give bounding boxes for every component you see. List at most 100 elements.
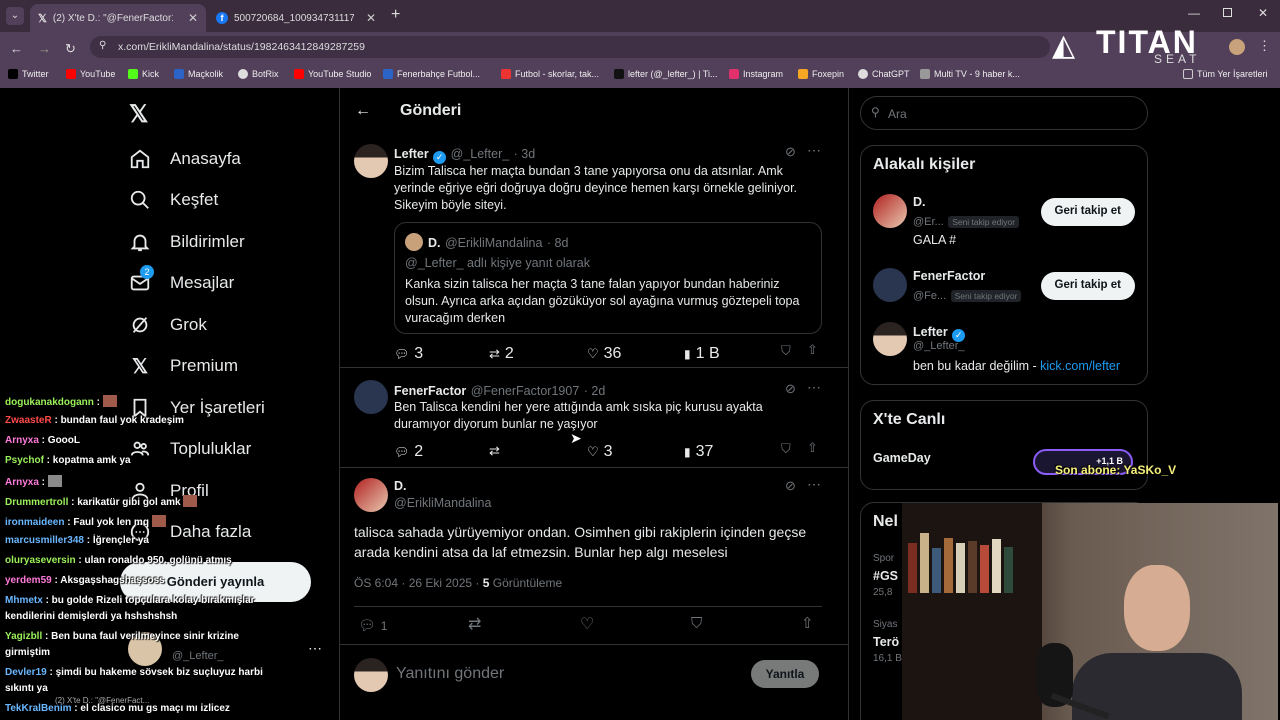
more-dots-icon[interactable]: ⋯ xyxy=(807,142,821,159)
bookmark-youtube[interactable]: YouTube xyxy=(66,69,115,79)
views-button[interactable]: ▮ 1 B xyxy=(684,345,720,363)
follow-back-button[interactable]: Geri takip et xyxy=(1040,272,1135,300)
facebook-icon: f xyxy=(216,12,228,24)
x-home-logo[interactable]: 𝕏 xyxy=(129,100,148,129)
chat-text: : xyxy=(38,477,46,488)
sidebar-item-communities[interactable]: Topluluklar xyxy=(128,434,251,464)
book xyxy=(920,533,929,593)
author-name[interactable]: FenerFactor xyxy=(394,384,466,398)
bookmark-youtube-studio[interactable]: YouTube Studio xyxy=(294,69,371,79)
bookmark-kick[interactable]: Kick xyxy=(128,69,159,79)
tweet-fenerfactor[interactable]: FenerFactor @FenerFactor1907 · 2d ⊘ ⋯ Be… xyxy=(340,372,848,468)
follow-back-button[interactable]: Geri takip et xyxy=(1040,198,1135,226)
sidebar-item-messages[interactable]: 2 Mesajlar xyxy=(128,265,234,298)
author-name[interactable]: D. xyxy=(394,479,407,493)
reply-button[interactable]: 💬︎ 3 xyxy=(394,345,423,363)
reply-button[interactable]: 💬︎ 2 xyxy=(394,443,423,461)
news-title[interactable]: Terö xyxy=(873,635,899,649)
more-dots-icon[interactable]: ⋯ xyxy=(308,640,322,657)
sidebar-item-premium[interactable]: 𝕏 Premium xyxy=(128,351,238,381)
more-dots-icon[interactable]: ⋯ xyxy=(807,476,821,493)
tweet-text: talisca sahada yürüyemiyor ondan. Osimhe… xyxy=(354,524,807,560)
chat-text: : bu golde Rizeli topçulara kolay bırakm… xyxy=(42,595,255,606)
author-handle[interactable]: @ErikliMandalina xyxy=(394,496,491,510)
bookmark-mackolik[interactable]: Maçkolik xyxy=(174,69,223,79)
news-title[interactable]: #GS xyxy=(873,569,898,583)
share-icon[interactable]: ⇧ xyxy=(807,440,818,456)
share-icon[interactable]: ⇧ xyxy=(801,614,814,632)
live-item-title[interactable]: GameDay xyxy=(873,451,931,465)
more-dots-icon[interactable]: ⋯ xyxy=(807,379,821,396)
sidebar-item-notifications[interactable]: Bildirimler xyxy=(128,227,245,257)
tweet-time[interactable]: · 2d xyxy=(584,384,606,398)
chat-text: : xyxy=(93,397,101,408)
tweet-main: D. @ErikliMandalina ⊘ ⋯ talisca sahada y… xyxy=(340,472,848,636)
menu-dots-icon[interactable]: ⋮ xyxy=(1258,38,1271,54)
sidebar-item-grok[interactable]: Grok xyxy=(128,310,207,340)
tweet-lefter[interactable]: Lefter ✓ @_Lefter_ · 3d ⊘ ⋯ Bizim Talisc… xyxy=(340,138,848,368)
close-tab-icon[interactable]: ✕ xyxy=(188,11,198,25)
tweet-time[interactable]: · 3d xyxy=(514,147,536,161)
forward-arrow-icon[interactable]: → xyxy=(38,41,51,56)
author-handle[interactable]: @FenerFactor1907 xyxy=(471,384,580,398)
sidebar-item-explore[interactable]: Keşfet xyxy=(128,185,218,215)
avatar[interactable] xyxy=(354,144,388,178)
back-arrow-icon[interactable]: ← xyxy=(10,41,23,56)
bookmark-multitv[interactable]: Multi TV - 9 haber k... xyxy=(920,69,1020,79)
new-tab-button[interactable]: + xyxy=(391,6,400,24)
browser-tab[interactable]: f 500720684_1009347311177126 ✕ xyxy=(208,4,384,32)
search-input[interactable]: ⚲ Ara xyxy=(860,96,1148,130)
author-handle[interactable]: @_Lefter_ xyxy=(451,147,510,161)
bookmark-twitter[interactable]: Twitter xyxy=(8,69,49,79)
avatar[interactable] xyxy=(354,380,388,414)
book xyxy=(932,548,941,593)
retweet-button[interactable]: ⇄ xyxy=(489,443,500,459)
minimize-icon[interactable]: — xyxy=(1188,6,1200,20)
related-person[interactable]: FenerFactor @Fe... Seni takip ediyor Ger… xyxy=(861,268,1147,308)
url-field[interactable]: ⚲ x.com/ErikliMandalina/status/198246341… xyxy=(90,36,1050,58)
related-person[interactable]: Lefter ✓ @_Lefter_ ben bu kadar değilim … xyxy=(861,322,1147,378)
retweet-icon[interactable]: ⇄ xyxy=(468,614,481,634)
like-button[interactable]: ♡ 36 xyxy=(587,345,621,363)
bookmark-icon[interactable]: ⛉ xyxy=(781,441,791,457)
site-info-icon[interactable]: ⚲ xyxy=(99,40,106,51)
bookmark-fenerbahce[interactable]: Fenerbahçe Futbol... xyxy=(383,69,480,79)
tab-search-button[interactable]: ⌄ xyxy=(6,7,24,25)
bookmark-futbol[interactable]: Futbol - skorlar, tak... xyxy=(501,69,599,79)
kick-icon xyxy=(128,69,138,79)
close-window-icon[interactable]: ✕ xyxy=(1258,6,1268,20)
reply-button[interactable]: 💬︎ 1 xyxy=(358,617,387,634)
views-button[interactable]: ▮ 37 xyxy=(684,443,713,461)
grok-icon[interactable]: ⊘ xyxy=(785,144,796,160)
quoted-tweet[interactable]: D. @ErikliMandalina · 8d @_Lefter_ adlı … xyxy=(394,222,822,334)
url-text: x.com/ErikliMandalina/status/19824634128… xyxy=(118,41,365,53)
maximize-icon[interactable] xyxy=(1223,8,1232,17)
share-icon[interactable]: ⇧ xyxy=(807,342,818,358)
bookmark-all[interactable]: Tüm Yer İşaretleri xyxy=(1183,69,1268,79)
author-name[interactable]: Lefter xyxy=(394,147,429,161)
heart-icon[interactable]: ♡ xyxy=(580,614,594,634)
related-person[interactable]: D. @Er... Seni takip ediyor GALA # Geri … xyxy=(861,192,1147,252)
tweet-timestamp[interactable]: ÖS 6:04 · 26 Eki 2025 · xyxy=(354,576,483,590)
sidebar-item-home[interactable]: Anasayfa xyxy=(128,144,241,174)
grok-icon[interactable]: ⊘ xyxy=(785,478,796,494)
back-arrow-icon[interactable]: ← xyxy=(355,102,371,120)
bio-link[interactable]: kick.com/lefter xyxy=(1040,359,1120,373)
reply-input[interactable]: Yanıtını gönder xyxy=(396,665,504,683)
reply-submit-button[interactable]: Yanıtla xyxy=(751,660,819,688)
profile-avatar[interactable] xyxy=(1229,39,1245,55)
bookmark-chatgpt[interactable]: ChatGPT xyxy=(858,69,910,79)
reload-icon[interactable]: ↻ xyxy=(65,41,76,57)
avatar[interactable] xyxy=(354,478,388,512)
bookmark-botrix[interactable]: BotRix xyxy=(238,69,279,79)
bookmark-instagram[interactable]: Instagram xyxy=(729,69,783,79)
bookmark-icon[interactable]: ⛉ xyxy=(781,343,791,359)
close-tab-icon[interactable]: ✕ xyxy=(366,11,376,25)
browser-tab-active[interactable]: 𝕏 (2) X'te D.: "@FenerFactor1907 ✕ xyxy=(30,4,206,32)
bookmark-icon[interactable]: ⛉ xyxy=(691,615,702,632)
grok-icon[interactable]: ⊘ xyxy=(785,381,796,397)
like-button[interactable]: ♡ 3 xyxy=(587,443,613,461)
bookmark-tiktok[interactable]: lefter (@_lefter_) | Ti... xyxy=(614,69,718,79)
bookmark-foxepin[interactable]: Foxepin xyxy=(798,69,844,79)
retweet-button[interactable]: ⇄ 2 xyxy=(489,345,514,363)
